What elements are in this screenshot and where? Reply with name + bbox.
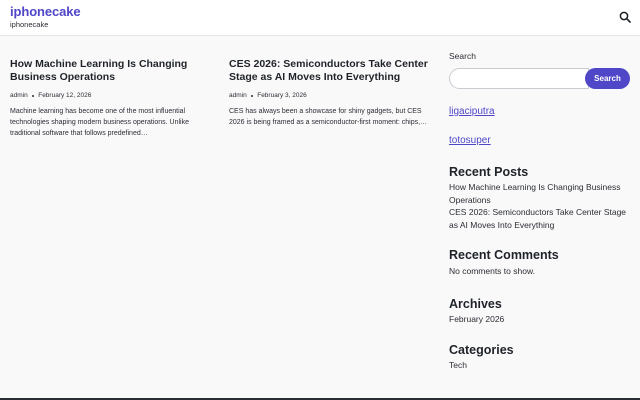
categories-title: Categories: [449, 343, 514, 357]
site-tagline: iphonecake: [10, 20, 49, 29]
search-icon[interactable]: [619, 10, 631, 23]
archives-list: February 2026: [449, 313, 634, 326]
search-input[interactable]: [449, 68, 589, 89]
archive-link[interactable]: February 2026: [449, 313, 634, 326]
post-meta: admin February 12, 2026: [10, 92, 210, 100]
recent-comments-title: Recent Comments: [449, 248, 559, 262]
recent-post-link[interactable]: CES 2026: Semiconductors Take Center Sta…: [449, 206, 634, 231]
post-card: CES 2026: Semiconductors Take Center Sta…: [229, 58, 429, 128]
category-link[interactable]: Tech: [449, 359, 634, 372]
post-card: How Machine Learning Is Changing Busines…: [10, 58, 210, 139]
site-title[interactable]: iphonecake: [10, 4, 81, 19]
post-excerpt: CES has always been a showcase for shiny…: [229, 108, 428, 126]
recent-comments-text: No comments to show.: [449, 266, 535, 276]
search-button[interactable]: Search: [585, 68, 630, 89]
categories-list: Tech: [449, 359, 634, 372]
post-author[interactable]: admin: [10, 92, 28, 100]
search-label: Search: [449, 51, 476, 61]
post-meta: admin February 3, 2026: [229, 92, 429, 100]
sidebar-link-totosuper[interactable]: totosuper: [449, 135, 491, 146]
site-header: iphonecake iphonecake: [0, 0, 640, 36]
meta-separator: [250, 94, 254, 98]
post-title[interactable]: CES 2026: Semiconductors Take Center Sta…: [229, 58, 429, 84]
post-author[interactable]: admin: [229, 92, 247, 100]
post-date[interactable]: February 12, 2026: [38, 92, 91, 100]
post-title[interactable]: How Machine Learning Is Changing Busines…: [10, 58, 210, 84]
post-excerpt: Machine learning has become one of the m…: [10, 108, 189, 137]
meta-separator: [31, 94, 35, 98]
sidebar-link-ligaciputra[interactable]: ligaciputra: [449, 106, 495, 117]
recent-posts-title: Recent Posts: [449, 165, 529, 179]
archives-title: Archives: [449, 297, 502, 311]
recent-post-link[interactable]: How Machine Learning Is Changing Busines…: [449, 181, 634, 206]
post-date[interactable]: February 3, 2026: [257, 92, 307, 100]
recent-posts-list: How Machine Learning Is Changing Busines…: [449, 181, 634, 231]
